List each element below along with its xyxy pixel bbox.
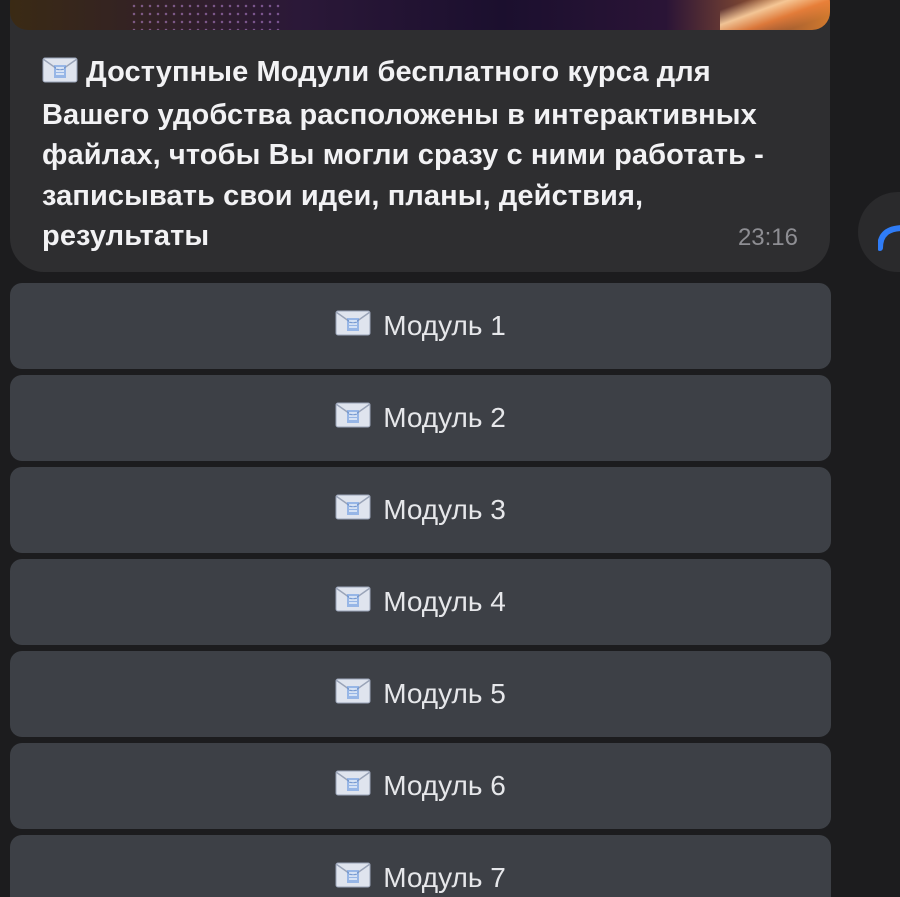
module-2-button[interactable]: Модуль 2 xyxy=(10,375,831,461)
envelope-icon xyxy=(335,586,371,619)
image-light-streak xyxy=(720,0,830,30)
button-label: Модуль 2 xyxy=(383,402,506,433)
module-7-button[interactable]: Модуль 7 xyxy=(10,835,831,897)
module-6-button[interactable]: Модуль 6 xyxy=(10,743,831,829)
chat-view: Доступные Модули бесплатного курса для В… xyxy=(0,0,900,897)
button-label: Модуль 6 xyxy=(383,770,506,801)
envelope-icon xyxy=(335,310,371,343)
envelope-icon xyxy=(335,402,371,435)
share-button[interactable] xyxy=(858,192,900,272)
envelope-icon xyxy=(335,770,371,803)
button-label: Модуль 4 xyxy=(383,586,506,617)
message-text: Доступные Модули бесплатного курса для В… xyxy=(42,52,782,257)
module-4-button[interactable]: Модуль 4 xyxy=(10,559,831,645)
message-image[interactable] xyxy=(10,0,830,30)
inline-keyboard: Модуль 1 Модуль 2 Модуль 3 Модуль 4 Моду… xyxy=(10,283,831,897)
message-body: Доступные Модули бесплатного курса для В… xyxy=(42,56,764,252)
module-1-button[interactable]: Модуль 1 xyxy=(10,283,831,369)
envelope-icon xyxy=(335,678,371,711)
module-3-button[interactable]: Модуль 3 xyxy=(10,467,831,553)
envelope-icon xyxy=(42,54,78,95)
envelope-icon xyxy=(335,862,371,895)
message-timestamp: 23:16 xyxy=(737,224,798,251)
module-5-button[interactable]: Модуль 5 xyxy=(10,651,831,737)
button-label: Модуль 1 xyxy=(383,310,506,341)
share-arrow-icon xyxy=(878,225,900,251)
image-dots-decoration xyxy=(130,0,280,30)
button-label: Модуль 7 xyxy=(383,862,506,893)
envelope-icon xyxy=(335,494,371,527)
button-label: Модуль 3 xyxy=(383,494,506,525)
button-label: Модуль 5 xyxy=(383,678,506,709)
message-bubble: Доступные Модули бесплатного курса для В… xyxy=(10,0,830,272)
